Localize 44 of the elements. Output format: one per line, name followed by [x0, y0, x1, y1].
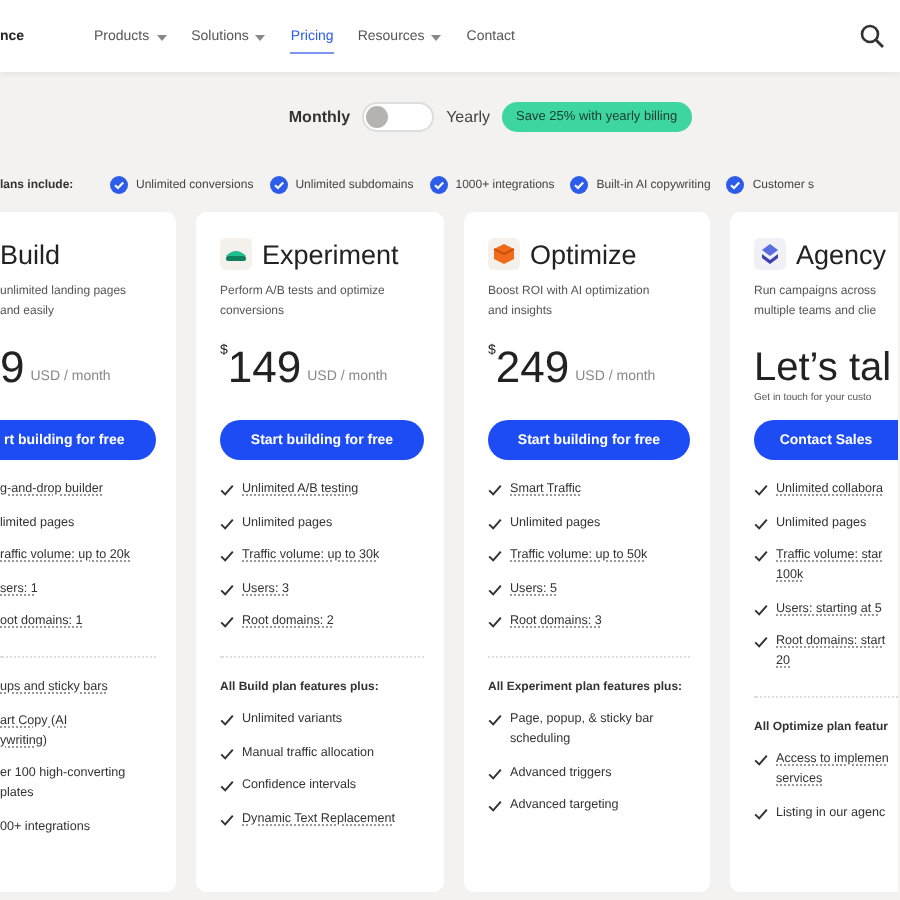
billing-toggle[interactable]	[362, 101, 435, 131]
plan-icon	[488, 238, 520, 270]
check-icon	[488, 616, 502, 628]
price-amount: Let’s tal	[754, 344, 892, 392]
check-icon	[220, 747, 234, 759]
check-icon	[488, 583, 502, 595]
check-badge-icon	[429, 176, 448, 194]
check-icon	[754, 550, 768, 562]
check-icon	[220, 780, 234, 792]
billing-label: Yearly	[446, 107, 491, 125]
check-icon	[754, 517, 768, 529]
check-icon	[754, 807, 768, 819]
check-badge-icon	[110, 176, 128, 194]
check-icon	[754, 484, 768, 496]
check-badge-icon	[726, 176, 745, 194]
price-amount: 149	[227, 344, 302, 392]
check-icon	[488, 550, 502, 562]
plan-title: Experiment	[262, 239, 399, 269]
check-icon	[220, 484, 234, 496]
plan-icon	[220, 238, 252, 270]
plan-title: Build	[0, 239, 61, 269]
check-icon	[488, 517, 502, 529]
check-icon	[220, 550, 234, 562]
billing-label: Monthly	[288, 107, 351, 125]
check-icon	[488, 484, 502, 496]
check-badge-icon	[269, 176, 288, 194]
check-icon	[754, 754, 768, 766]
check-icon	[220, 583, 234, 595]
check-icon	[220, 616, 234, 628]
check-icon	[754, 603, 768, 615]
check-icon	[220, 813, 234, 825]
check-icon	[488, 800, 502, 812]
plan-title: Optimize	[530, 239, 637, 269]
check-badge-icon	[570, 176, 589, 194]
check-icon	[488, 767, 502, 779]
check-icon	[488, 714, 502, 726]
plan-title: Agency	[796, 239, 887, 269]
search-icon[interactable]	[860, 24, 884, 48]
price-amount: 9	[0, 344, 25, 392]
plan-icon	[754, 238, 786, 270]
price-amount: 249	[495, 344, 570, 392]
check-icon	[220, 714, 234, 726]
check-icon	[220, 517, 234, 529]
check-icon	[754, 636, 768, 648]
